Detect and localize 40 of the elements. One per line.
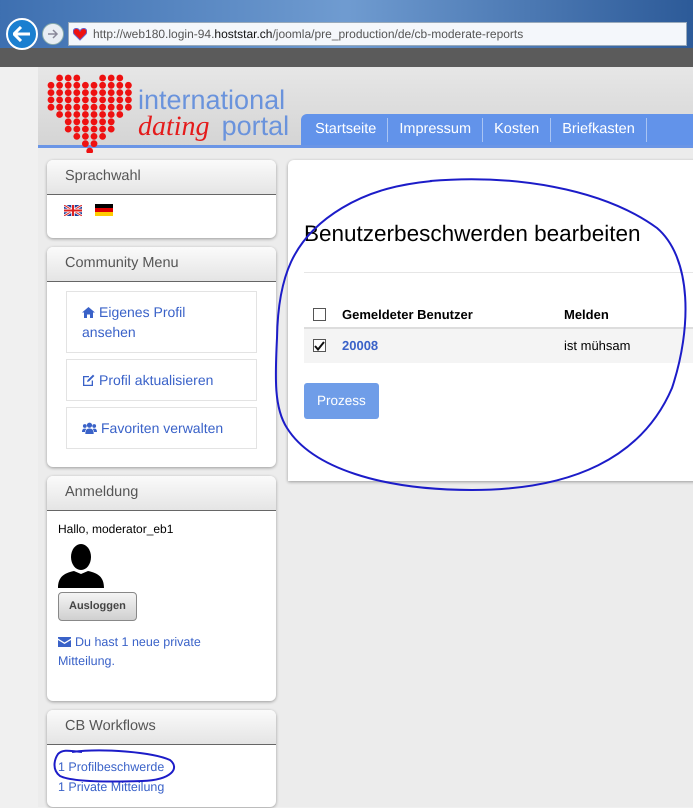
nav-tab[interactable]: Kosten bbox=[483, 118, 550, 140]
nav-tab[interactable]: Startseite bbox=[304, 118, 388, 140]
users-icon bbox=[82, 422, 97, 434]
menu-link[interactable]: Favoriten verwalten bbox=[66, 407, 257, 449]
address-bar[interactable]: http://web180.login-94.hoststar.ch/joomla/pre_production/de/cb-moderate-reports bbox=[68, 22, 687, 46]
nav-tab[interactable]: Impressum bbox=[388, 118, 482, 140]
private-message-link[interactable]: Du hast 1 neue private Mitteilung. bbox=[58, 632, 265, 670]
module-title: CB Workflows bbox=[65, 716, 156, 736]
home-icon bbox=[82, 307, 95, 318]
user-link[interactable]: 20008 bbox=[342, 336, 564, 356]
workflow-link[interactable]: 1 Private Mitteilung bbox=[58, 776, 164, 796]
forward-arrow-icon bbox=[47, 29, 59, 39]
heart-logo-icon bbox=[46, 73, 134, 153]
uk-flag-icon[interactable] bbox=[64, 204, 82, 216]
column-header: Melden bbox=[564, 306, 609, 324]
envelope-icon bbox=[58, 636, 71, 646]
url-text: http://web180.login-94.hoststar.ch/joomla/pre_production/de/cb-moderate-reports bbox=[93, 26, 524, 43]
logo-text: portal bbox=[222, 112, 290, 138]
back-arrow-icon bbox=[13, 26, 31, 42]
edit-icon bbox=[82, 374, 95, 386]
forward-button[interactable] bbox=[42, 23, 64, 45]
menu-link[interactable]: Eigenes Profil ansehen bbox=[66, 291, 257, 353]
back-button[interactable] bbox=[6, 18, 38, 50]
logout-button[interactable]: Ausloggen bbox=[58, 592, 137, 620]
avatar-silhouette-icon bbox=[58, 544, 104, 588]
nav-tab[interactable]: Briefkasten bbox=[551, 118, 646, 140]
module-title: Community Menu bbox=[65, 254, 179, 274]
column-header: Gemeldeter Benutzer bbox=[342, 306, 474, 324]
logo-text: dating bbox=[138, 114, 210, 140]
logo-text: international bbox=[138, 86, 286, 112]
module-title: Sprachwahl bbox=[65, 167, 141, 186]
checkbox[interactable] bbox=[313, 308, 326, 322]
heart-favicon-icon bbox=[73, 28, 87, 40]
module-title: Anmeldung bbox=[65, 483, 138, 502]
german-flag-icon[interactable] bbox=[95, 204, 113, 216]
checkbox[interactable] bbox=[313, 339, 326, 352]
table-cell-text: ist mühsam bbox=[564, 337, 630, 355]
menu-link[interactable]: Profil aktualisieren bbox=[66, 359, 257, 401]
workflow-link[interactable]: 1 Profilbeschwerde bbox=[58, 756, 164, 776]
greeting-text: Hallo, moderator_eb1 bbox=[58, 521, 174, 538]
